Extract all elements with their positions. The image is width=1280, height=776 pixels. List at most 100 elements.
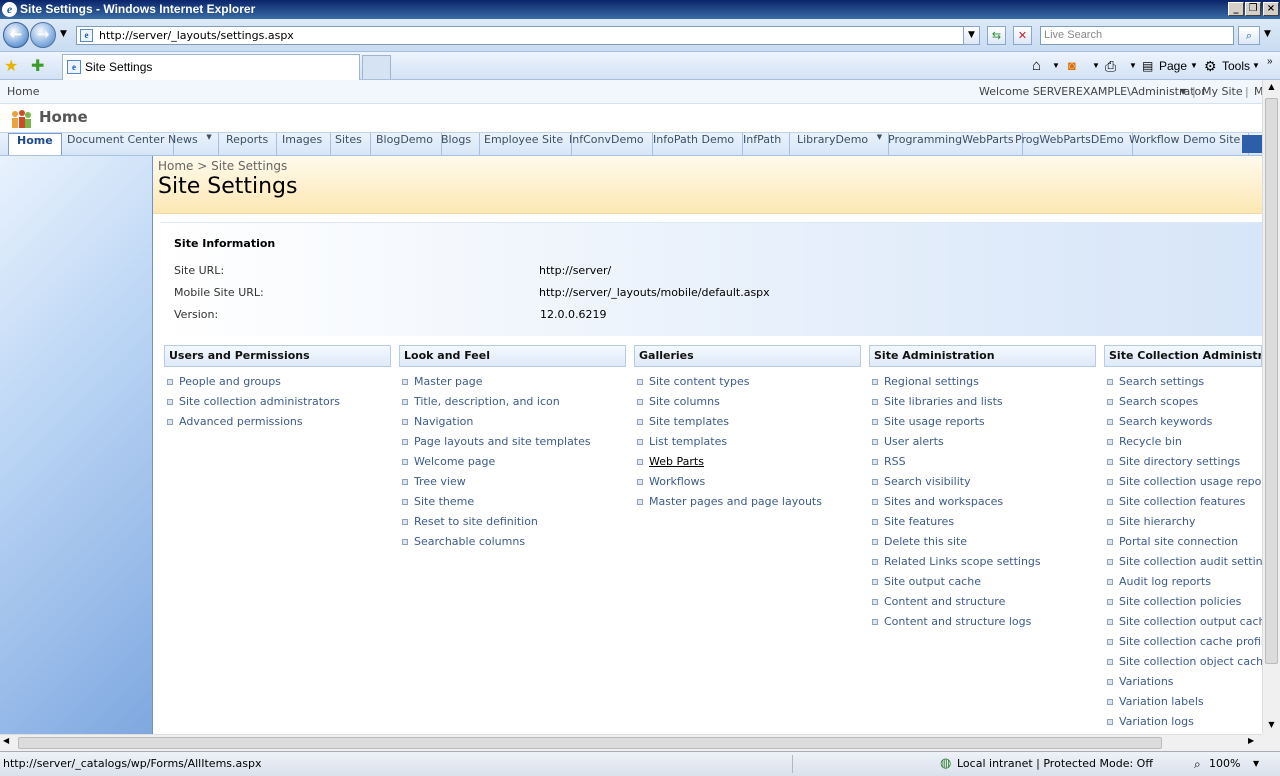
content-and-structure-logs-link[interactable]: Content and structure logs bbox=[870, 615, 1031, 628]
tools-menu-button[interactable]: Tools bbox=[1222, 57, 1250, 75]
chevron-more-icon[interactable]: » bbox=[1267, 53, 1273, 71]
site-columns-link[interactable]: Site columns bbox=[635, 395, 720, 408]
recycle-bin-link[interactable]: Recycle bin bbox=[1105, 435, 1182, 448]
rss-link[interactable]: RSS bbox=[870, 455, 906, 468]
new-tab-button[interactable] bbox=[362, 55, 391, 79]
advanced-permissions-link[interactable]: Advanced permissions bbox=[165, 415, 303, 428]
nav-item-programmingwebparts[interactable]: ProgrammingWebParts bbox=[880, 133, 1023, 155]
zoom-dropdown-icon[interactable]: ▼ bbox=[1253, 752, 1259, 776]
scroll-right-icon[interactable]: ▶ bbox=[1248, 736, 1254, 745]
favorites-star-icon[interactable]: ★ bbox=[4, 56, 18, 75]
search-scopes-link[interactable]: Search scopes bbox=[1105, 395, 1198, 408]
home-dropdown-icon[interactable]: ▼ bbox=[1052, 57, 1060, 75]
recent-pages-dropdown-icon[interactable]: ▼ bbox=[60, 29, 67, 39]
site-collection-object-cache-link[interactable]: Site collection object cache bbox=[1105, 655, 1262, 668]
variations-link[interactable]: Variations bbox=[1105, 675, 1174, 688]
portal-site-connection-link[interactable]: Portal site connection bbox=[1105, 535, 1238, 548]
page-menu-button[interactable]: Page bbox=[1159, 57, 1187, 75]
site-name[interactable]: Home bbox=[39, 108, 88, 126]
related-links-scope-link[interactable]: Related Links scope settings bbox=[870, 555, 1041, 568]
searchable-columns-link[interactable]: Searchable columns bbox=[400, 535, 525, 548]
list-templates-link[interactable]: List templates bbox=[635, 435, 727, 448]
workflows-link[interactable]: Workflows bbox=[635, 475, 705, 488]
site-libraries-and-lists-link[interactable]: Site libraries and lists bbox=[870, 395, 1003, 408]
nav-item-infpath[interactable]: InfPath bbox=[735, 133, 791, 155]
title-description-icon-link[interactable]: Title, description, and icon bbox=[400, 395, 560, 408]
site-templates-link[interactable]: Site templates bbox=[635, 415, 729, 428]
nav-item-images[interactable]: Images bbox=[274, 133, 332, 155]
scroll-down-icon[interactable]: ▼ bbox=[1265, 720, 1278, 733]
welcome-menu[interactable]: Welcome SERVEREXAMPLE\Administrator bbox=[979, 80, 1206, 104]
site-hierarchy-link[interactable]: Site hierarchy bbox=[1105, 515, 1195, 528]
security-zone[interactable]: Local intranet | Protected Mode: Off bbox=[957, 752, 1153, 776]
site-collection-output-cache-link[interactable]: Site collection output cache bbox=[1105, 615, 1262, 628]
back-button[interactable]: ← bbox=[3, 22, 29, 48]
zoom-level[interactable]: 100% bbox=[1209, 752, 1240, 776]
nav-item-employee-site[interactable]: Employee Site bbox=[476, 133, 573, 155]
nav-item-document-center[interactable]: Document Center bbox=[59, 133, 174, 155]
variation-logs-link[interactable]: Variation logs bbox=[1105, 715, 1194, 728]
site-output-cache-link[interactable]: Site output cache bbox=[870, 575, 981, 588]
stop-icon[interactable]: ✕ bbox=[1013, 26, 1032, 45]
people-and-groups-link[interactable]: People and groups bbox=[165, 375, 281, 388]
site-usage-reports-link[interactable]: Site usage reports bbox=[870, 415, 985, 428]
url-dropdown-icon[interactable]: ▼ bbox=[963, 26, 980, 45]
tab-site-settings[interactable]: Site Settings bbox=[62, 54, 360, 80]
site-collection-administrators-link[interactable]: Site collection administrators bbox=[165, 395, 340, 408]
vertical-scrollbar[interactable]: ▲ ▼ bbox=[1262, 80, 1280, 734]
search-input[interactable]: Live Search bbox=[1040, 26, 1234, 45]
nav-item-librarydemo[interactable]: LibraryDemo ▼ bbox=[789, 133, 890, 155]
variation-labels-link[interactable]: Variation labels bbox=[1105, 695, 1204, 708]
user-alerts-link[interactable]: User alerts bbox=[870, 435, 944, 448]
nav-item-home[interactable]: Home bbox=[8, 133, 62, 155]
search-settings-link[interactable]: Search settings bbox=[1105, 375, 1204, 388]
nav-item-blogs[interactable]: Blogs bbox=[433, 133, 481, 155]
page-dropdown-icon[interactable]: ▼ bbox=[1190, 57, 1198, 75]
navigation-link[interactable]: Navigation bbox=[400, 415, 473, 428]
sites-and-workspaces-link[interactable]: Sites and workspaces bbox=[870, 495, 1003, 508]
site-directory-settings-link[interactable]: Site directory settings bbox=[1105, 455, 1240, 468]
site-collection-audit-settings-link[interactable]: Site collection audit settings bbox=[1105, 555, 1262, 568]
topbar-home-link[interactable]: Home bbox=[7, 80, 39, 104]
scroll-up-icon[interactable]: ▲ bbox=[1265, 82, 1278, 95]
home-icon[interactable]: ⌂ bbox=[1032, 57, 1041, 75]
regional-settings-link[interactable]: Regional settings bbox=[870, 375, 979, 388]
site-collection-cache-profiles-link[interactable]: Site collection cache profiles bbox=[1105, 635, 1262, 648]
minimize-button[interactable]: _ bbox=[1228, 2, 1244, 16]
master-pages-link[interactable]: Master pages and page layouts bbox=[635, 495, 822, 508]
restore-button[interactable]: ❐ bbox=[1245, 2, 1261, 16]
forward-button[interactable]: → bbox=[30, 22, 56, 48]
horizontal-scroll-thumb[interactable] bbox=[18, 737, 1162, 749]
nav-item-progwebpartsdemo[interactable]: ProgWebPartsDEmo bbox=[1007, 133, 1133, 155]
nav-item-workflow-demo-site[interactable]: Workflow Demo Site bbox=[1121, 133, 1250, 155]
tools-dropdown-icon[interactable]: ▼ bbox=[1252, 57, 1260, 75]
nav-item-news[interactable]: News ▼ bbox=[160, 133, 219, 155]
tree-view-link[interactable]: Tree view bbox=[400, 475, 466, 488]
horizontal-scrollbar[interactable]: ◀ ▶ bbox=[0, 734, 1262, 751]
breadcrumb[interactable]: Home > Site Settings bbox=[158, 159, 287, 173]
print-dropdown-icon[interactable]: ▼ bbox=[1129, 57, 1137, 75]
my-links-truncated[interactable]: M bbox=[1254, 80, 1262, 104]
site-collection-policies-link[interactable]: Site collection policies bbox=[1105, 595, 1241, 608]
master-page-link[interactable]: Master page bbox=[400, 375, 483, 388]
site-features-link[interactable]: Site features bbox=[870, 515, 954, 528]
vertical-scroll-thumb[interactable] bbox=[1265, 98, 1278, 664]
delete-this-site-link[interactable]: Delete this site bbox=[870, 535, 967, 548]
content-and-structure-link[interactable]: Content and structure bbox=[870, 595, 1005, 608]
site-content-types-link[interactable]: Site content types bbox=[635, 375, 750, 388]
reset-to-site-definition-link[interactable]: Reset to site definition bbox=[400, 515, 538, 528]
welcome-page-link[interactable]: Welcome page bbox=[400, 455, 495, 468]
add-favorites-icon[interactable]: ✚ bbox=[31, 56, 44, 75]
search-options-dropdown-icon[interactable]: ▼ bbox=[1264, 29, 1271, 39]
site-theme-link[interactable]: Site theme bbox=[400, 495, 474, 508]
welcome-dropdown-icon[interactable]: ▼ bbox=[1180, 80, 1186, 104]
web-parts-link[interactable]: Web Parts bbox=[635, 455, 704, 468]
feeds-dropdown-icon[interactable]: ▼ bbox=[1092, 57, 1100, 75]
print-icon[interactable]: ⎙ bbox=[1105, 57, 1116, 75]
site-collection-usage-reports-link[interactable]: Site collection usage reports bbox=[1105, 475, 1262, 488]
my-site-link[interactable]: My Site bbox=[1202, 80, 1243, 104]
search-icon[interactable]: ⌕ bbox=[1238, 26, 1260, 45]
site-actions-button[interactable] bbox=[1242, 135, 1262, 153]
close-window-button[interactable]: × bbox=[1263, 2, 1279, 16]
search-visibility-link[interactable]: Search visibility bbox=[870, 475, 971, 488]
